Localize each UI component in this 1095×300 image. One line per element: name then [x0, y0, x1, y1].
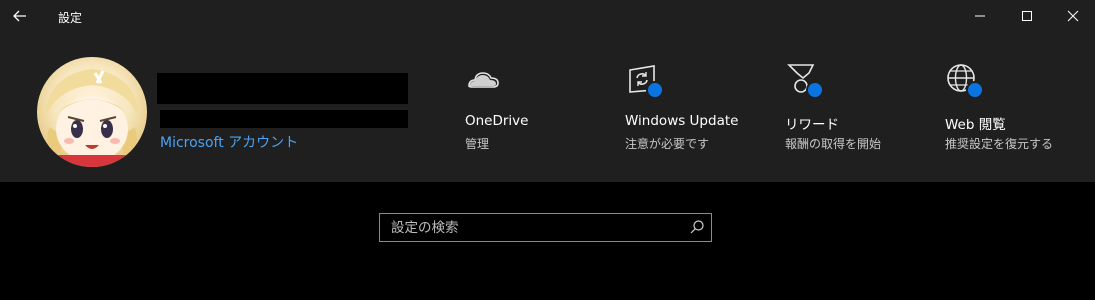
- tile-subtitle: 推奨設定を復元する: [945, 137, 1054, 151]
- minimize-button[interactable]: [957, 0, 1003, 32]
- tile-windows-update[interactable]: Windows Update 注意が必要です: [625, 62, 775, 162]
- settings-search-box[interactable]: [379, 213, 712, 242]
- avatar-picture: [45, 69, 139, 167]
- redacted-user-email: [160, 110, 408, 128]
- tile-subtitle: 報酬の取得を開始: [785, 137, 882, 151]
- redacted-user-name: [157, 73, 408, 104]
- app-title: 設定: [58, 11, 83, 25]
- tile-title: Windows Update: [625, 113, 739, 129]
- tile-subtitle: 管理: [465, 137, 490, 151]
- cloud-icon: [465, 62, 501, 98]
- tile-title: OneDrive: [465, 113, 529, 129]
- tile-web-browsing[interactable]: Web 閲覧 推奨設定を復元する: [945, 62, 1095, 162]
- avatar[interactable]: [37, 57, 147, 167]
- close-button[interactable]: [1050, 0, 1095, 32]
- account-header: Microsoft アカウント OneDrive 管理 Windows Upda…: [0, 32, 1095, 182]
- notification-badge: [646, 81, 664, 99]
- tile-title: Web 閲覧: [945, 117, 1006, 133]
- microsoft-account-link[interactable]: Microsoft アカウント: [160, 132, 298, 152]
- tile-title: リワード: [785, 117, 839, 133]
- tile-onedrive[interactable]: OneDrive 管理: [465, 62, 615, 162]
- back-button[interactable]: [0, 0, 40, 32]
- maximize-icon: [1022, 11, 1032, 21]
- search-icon[interactable]: [689, 219, 705, 235]
- search-input[interactable]: [380, 214, 693, 242]
- maximize-button[interactable]: [1004, 0, 1050, 32]
- tile-rewards[interactable]: リワード 報酬の取得を開始: [785, 62, 935, 162]
- title-bar: 設定: [0, 0, 1095, 32]
- minimize-icon: [975, 15, 985, 17]
- back-arrow-icon: [13, 10, 26, 22]
- notification-badge: [806, 81, 824, 99]
- close-icon: [1067, 10, 1079, 22]
- notification-badge: [966, 81, 984, 99]
- tile-subtitle: 注意が必要です: [625, 137, 710, 151]
